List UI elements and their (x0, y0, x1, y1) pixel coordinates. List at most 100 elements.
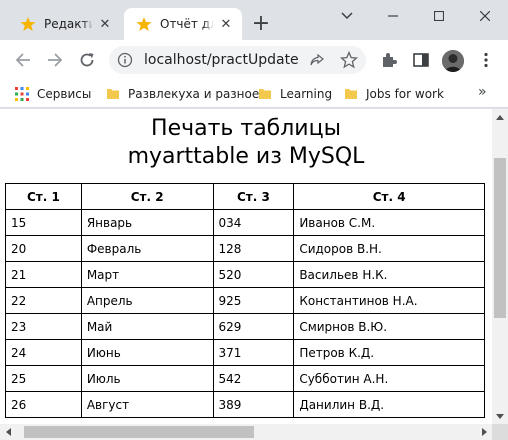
table-cell: 26 (5, 391, 82, 418)
table-cell: Константинов Н.А. (293, 287, 485, 314)
column-header: Ст. 2 (80, 183, 214, 210)
scroll-down-arrow-icon[interactable] (492, 408, 508, 424)
table-cell: 542 (212, 365, 295, 392)
table-row: 22 Апрель 925 Константинов Н.А. (5, 287, 485, 314)
horizontal-scrollbar[interactable] (0, 424, 492, 440)
tab-title: Редактир (44, 17, 93, 31)
page-content: Печать таблицы myarttable из MySQL Ст. 1… (0, 109, 492, 424)
profile-avatar[interactable] (442, 50, 464, 72)
table-cell: 23 (5, 313, 82, 340)
url-text[interactable]: localhost/practUpdate (144, 52, 304, 68)
scroll-up-arrow-icon[interactable] (492, 109, 508, 125)
tab-strip: Редактир ✕ Отчёт для ✕ + (0, 0, 508, 40)
tab-search-chevron-down-icon[interactable] (324, 0, 370, 32)
bookmark-folder-learning[interactable]: Learning (258, 85, 332, 103)
table-row: 25 Июль 542 Субботин А.Н. (5, 365, 485, 392)
tab-title: Отчёт для (160, 17, 214, 31)
menu-kebab-icon[interactable] (477, 51, 495, 69)
bookmark-label: Развлекуха и разное (128, 87, 260, 101)
tab-close-icon[interactable]: ✕ (97, 16, 113, 32)
table-cell: Сидоров В.Н. (293, 235, 485, 262)
side-panel-icon[interactable] (412, 51, 430, 69)
tab-report[interactable]: Отчёт для ✕ (124, 8, 242, 40)
folder-icon (258, 87, 272, 101)
column-header: Ст. 1 (5, 183, 82, 210)
table-cell: 389 (212, 391, 295, 418)
table-row: 21 Март 520 Васильев Н.К. (5, 261, 485, 288)
table-cell: Июль (80, 365, 214, 392)
folder-icon (106, 87, 120, 101)
bookmark-label: Learning (280, 87, 333, 101)
folder-icon (344, 87, 358, 101)
back-arrow-icon[interactable] (11, 48, 35, 72)
star-favicon-icon (136, 16, 152, 32)
table-cell: Васильев Н.К. (293, 261, 485, 288)
site-info-icon[interactable] (117, 52, 133, 68)
table-cell: 371 (212, 339, 295, 366)
bookmark-label: Jobs for work (366, 87, 444, 101)
table-cell: Август (80, 391, 214, 418)
column-header: Ст. 4 (293, 183, 485, 210)
table-cell: Субботин А.Н. (293, 365, 485, 392)
bookmark-services[interactable]: Сервисы (15, 85, 91, 103)
table-cell: Июнь (80, 339, 214, 366)
reload-icon[interactable] (75, 48, 99, 72)
table-cell: Иванов С.М. (293, 209, 485, 236)
forward-arrow-icon[interactable] (43, 48, 67, 72)
bookmark-folder-fun[interactable]: Развлекуха и разное (106, 85, 259, 103)
bookmark-label: Сервисы (37, 87, 92, 101)
table-cell: Апрель (80, 287, 214, 314)
new-tab-plus-icon[interactable]: + (250, 13, 272, 36)
table-cell: 128 (212, 235, 295, 262)
vertical-scrollbar[interactable] (492, 109, 508, 424)
table-row: 26 Август 389 Данилин В.Д. (5, 391, 485, 418)
table-cell: Январь (80, 209, 214, 236)
table-cell: 034 (212, 209, 295, 236)
table-row: 24 Июнь 371 Петров К.Д. (5, 339, 485, 366)
scroll-right-arrow-icon[interactable] (476, 424, 492, 440)
table-cell: 25 (5, 365, 82, 392)
table-cell: Данилин В.Д. (293, 391, 485, 418)
table-cell: 24 (5, 339, 82, 366)
close-icon[interactable] (462, 0, 508, 32)
table-cell: 925 (212, 287, 295, 314)
table-row: 15 Январь 034 Иванов С.М. (5, 209, 485, 236)
vertical-scroll-thumb[interactable] (494, 158, 506, 318)
bookmarks-bar: Сервисы Развлекуха и разное Learning Job… (0, 80, 508, 108)
page-title-line-1: Печать таблицы (151, 116, 341, 141)
data-table: Ст. 1 Ст. 2 Ст. 3 Ст. 4 15 Январь 034 Ивано… (5, 183, 485, 418)
column-header: Ст. 3 (212, 183, 295, 210)
horizontal-scroll-thumb[interactable] (24, 426, 254, 438)
bookmark-folder-jobs[interactable]: Jobs for work (344, 85, 444, 103)
page-viewport: Печать таблицы myarttable из MySQL Ст. 1… (0, 109, 508, 440)
table-cell: Май (80, 313, 214, 340)
tab-close-icon[interactable]: ✕ (218, 16, 234, 32)
table-cell: Март (80, 261, 214, 288)
minimize-icon[interactable] (370, 0, 416, 32)
star-favicon-icon (20, 16, 36, 32)
bookmark-star-icon[interactable] (339, 50, 359, 69)
address-bar[interactable]: localhost/practUpdate (109, 46, 366, 74)
table-row: 23 Май 629 Смирнов В.Ю. (5, 313, 485, 340)
share-icon[interactable] (309, 52, 325, 68)
extensions-puzzle-icon[interactable] (380, 51, 398, 69)
browser-toolbar: localhost/practUpdate (0, 40, 508, 80)
maximize-icon[interactable] (416, 0, 462, 32)
page-title-line-2: myarttable из MySQL (127, 144, 365, 169)
table-cell: 21 (5, 261, 82, 288)
scroll-left-arrow-icon[interactable] (0, 424, 16, 440)
table-row: 20 Февраль 128 Сидоров В.Н. (5, 235, 485, 262)
table-cell: 22 (5, 287, 82, 314)
apps-grid-icon (15, 87, 29, 101)
scrollbar-corner (492, 424, 508, 440)
table-header-row: Ст. 1 Ст. 2 Ст. 3 Ст. 4 (5, 183, 485, 210)
tab-editor[interactable]: Редактир ✕ (8, 8, 121, 40)
table-cell: Февраль (80, 235, 214, 262)
bookmarks-overflow-chevron-icon[interactable]: » (478, 84, 487, 100)
table-cell: 629 (212, 313, 295, 340)
table-cell: 520 (212, 261, 295, 288)
table-cell: Смирнов В.Ю. (293, 313, 485, 340)
table-cell: Петров К.Д. (293, 339, 485, 366)
table-cell: 20 (5, 235, 82, 262)
page-title: Печать таблицы myarttable из MySQL (0, 115, 492, 171)
